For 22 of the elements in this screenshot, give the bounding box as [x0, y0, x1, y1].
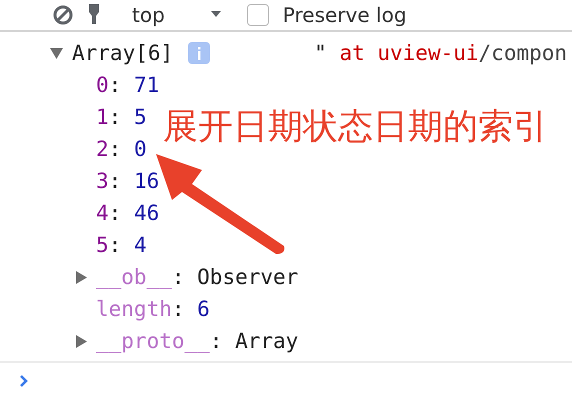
property-entry: 5: 4	[96, 233, 147, 257]
property-entry[interactable]: __proto__: Array	[96, 329, 298, 353]
property-entry[interactable]: __ob__: Observer	[96, 265, 298, 289]
dropdown-caret-icon[interactable]	[210, 11, 221, 19]
source-location[interactable]: " at uview-ui/compon	[314, 41, 568, 65]
property-entry: 3: 16	[96, 169, 160, 193]
array-label[interactable]: Array[6]	[72, 41, 174, 65]
property-entry: 0: 71	[96, 73, 160, 97]
property-entry: 2: 0	[96, 137, 147, 161]
property-entry: length: 6	[96, 297, 210, 321]
clear-icon[interactable]	[52, 4, 74, 26]
preserve-log-checkbox[interactable]	[246, 4, 269, 26]
collapse-triangle-icon[interactable]	[50, 46, 63, 60]
expand-triangle-icon[interactable]	[75, 270, 88, 284]
property-entry: 1: 5	[96, 105, 147, 129]
preserve-log-label[interactable]: Preserve log	[282, 4, 407, 26]
expand-triangle-icon[interactable]	[75, 334, 88, 348]
filter-icon[interactable]	[88, 4, 100, 26]
property-entry: 4: 46	[96, 201, 160, 225]
annotation-text: 展开日期状态日期的索引	[163, 106, 548, 149]
prompt-chevron-icon	[19, 374, 29, 388]
context-selector[interactable]: top	[132, 4, 165, 26]
